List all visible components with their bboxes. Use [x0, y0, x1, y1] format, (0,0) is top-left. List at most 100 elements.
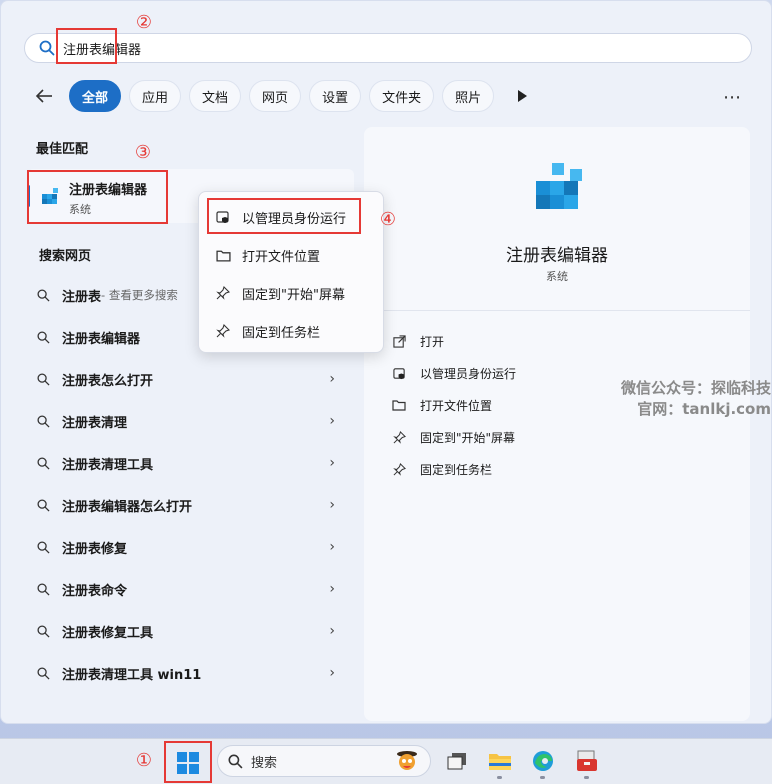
filter-chip-folders[interactable]: 文件夹	[369, 80, 435, 112]
web-result-3[interactable]: 注册表清理 ›	[37, 406, 347, 436]
file-explorer-button[interactable]	[485, 746, 515, 776]
search-icon	[37, 372, 50, 386]
detail-app-name: 注册表编辑器	[506, 246, 608, 266]
menu-item-label: 固定到任务栏	[242, 325, 321, 341]
search-icon	[39, 40, 55, 56]
detail-action-label: 打开文件位置	[420, 398, 493, 413]
search-icon	[37, 666, 50, 680]
detail-action-label: 打开	[420, 334, 445, 349]
search-icon	[37, 540, 50, 554]
taskbar-search-label: 搜索	[251, 755, 278, 771]
web-result-5[interactable]: 注册表编辑器怎么打开 ›	[37, 490, 347, 520]
detail-action-run-as-admin[interactable]: 以管理员身份运行	[390, 361, 516, 385]
running-indicator	[540, 776, 545, 779]
annotation-box-start	[164, 741, 212, 783]
search-box[interactable]	[24, 33, 752, 63]
search-icon	[37, 414, 50, 428]
chevron-right-icon: ›	[329, 581, 335, 597]
chevron-right-icon: ›	[329, 539, 335, 555]
pin-icon	[390, 430, 408, 444]
detail-action-label: 固定到"开始"屏幕	[420, 430, 516, 445]
chevron-right-icon: ›	[329, 371, 335, 387]
detail-action-open[interactable]: 打开	[390, 329, 444, 353]
search-input[interactable]	[63, 40, 663, 56]
web-result-label: 注册表编辑器怎么打开	[62, 499, 193, 515]
pin-icon	[390, 462, 408, 476]
search-highlight-icon	[394, 748, 420, 778]
search-icon	[37, 582, 50, 596]
edge-button[interactable]	[528, 746, 558, 776]
filter-chip-apps[interactable]: 应用	[129, 80, 182, 112]
filter-bar: 全部 应用 文档 网页 设置 文件夹 照片	[35, 80, 534, 112]
web-result-7[interactable]: 注册表命令 ›	[37, 574, 347, 604]
search-icon	[37, 330, 50, 344]
web-result-label: 注册表	[62, 289, 102, 305]
menu-item-open-location[interactable]: 打开文件位置	[199, 237, 385, 273]
web-result-4[interactable]: 注册表清理工具 ›	[37, 448, 347, 478]
divider	[364, 310, 750, 311]
toolbox-icon	[577, 750, 597, 771]
menu-item-pin-taskbar[interactable]: 固定到任务栏	[199, 313, 385, 349]
detail-action-label: 以管理员身份运行	[420, 366, 517, 381]
search-icon	[228, 753, 243, 769]
web-result-label: 注册表修复工具	[62, 625, 154, 641]
annotation-marker-2: ②	[135, 11, 153, 33]
taskbar-search-box[interactable]: 搜索	[217, 745, 431, 777]
filter-chip-settings[interactable]: 设置	[309, 80, 362, 112]
filter-chip-photos[interactable]: 照片	[442, 80, 495, 112]
search-icon	[37, 456, 50, 470]
detail-action-pin-start[interactable]: 固定到"开始"屏幕	[390, 425, 515, 449]
web-search-title: 搜索网页	[39, 249, 92, 264]
play-icon	[518, 90, 528, 102]
web-result-2[interactable]: 注册表怎么打开 ›	[37, 364, 347, 394]
menu-item-label: 固定到"开始"屏幕	[242, 287, 345, 303]
web-result-label: 注册表修复	[62, 541, 128, 557]
arrow-left-icon	[35, 89, 52, 103]
web-result-label: 注册表编辑器	[62, 331, 141, 347]
web-result-label: 注册表清理工具 win11	[62, 667, 202, 683]
annotation-box-best-match	[27, 170, 168, 224]
annotation-marker-3: ③	[134, 141, 152, 163]
more-options-button[interactable]: ⋯	[723, 87, 742, 108]
folder-icon	[214, 249, 232, 262]
running-indicator	[584, 776, 589, 779]
annotation-box-run-as-admin	[207, 198, 361, 234]
open-icon	[390, 334, 408, 348]
more-filters-button[interactable]	[510, 80, 534, 112]
web-result-6[interactable]: 注册表修复 ›	[37, 532, 347, 562]
chevron-right-icon: ›	[329, 497, 335, 513]
running-indicator	[497, 776, 502, 779]
pin-icon	[214, 324, 232, 338]
search-icon	[37, 498, 50, 512]
best-match-title: 最佳匹配	[36, 142, 89, 157]
web-result-sub: - 查看更多搜索	[101, 288, 178, 302]
detail-action-open-location[interactable]: 打开文件位置	[390, 393, 492, 417]
pin-icon	[214, 286, 232, 300]
registry-editor-icon	[534, 159, 588, 219]
filter-chip-all[interactable]: 全部	[69, 80, 122, 112]
web-result-label: 注册表清理	[62, 415, 128, 431]
filter-chip-web[interactable]: 网页	[249, 80, 302, 112]
web-result-9[interactable]: 注册表清理工具 win11 ›	[37, 658, 347, 688]
start-search-panel: ② 全部 应用 文档 网页 设置 文件夹 照片 ⋯ 最佳匹配 ③	[0, 0, 772, 724]
back-button[interactable]	[35, 80, 59, 112]
detail-action-label: 固定到任务栏	[420, 462, 493, 477]
detail-pane: 注册表编辑器 系统 打开 以管理员身份运行 打开文件位置 固定到"开始"屏幕 固…	[364, 127, 750, 721]
file-explorer-icon	[489, 754, 511, 770]
watermark-line2: 官网：tanlkj.com	[637, 400, 771, 418]
chevron-right-icon: ›	[329, 455, 335, 471]
menu-item-label: 打开文件位置	[242, 249, 321, 265]
detail-action-pin-taskbar[interactable]: 固定到任务栏	[390, 457, 492, 481]
watermark: 微信公众号：探临科技 官网：tanlkj.com	[611, 378, 771, 420]
menu-item-pin-start[interactable]: 固定到"开始"屏幕	[199, 275, 385, 311]
toolbox-button[interactable]	[572, 746, 602, 776]
search-icon	[37, 624, 50, 638]
search-icon	[37, 288, 50, 302]
annotation-box-search	[56, 28, 117, 64]
folder-icon	[390, 399, 408, 411]
web-result-label: 注册表怎么打开	[62, 373, 154, 389]
task-view-icon	[447, 753, 466, 770]
web-result-8[interactable]: 注册表修复工具 ›	[37, 616, 347, 646]
filter-chip-documents[interactable]: 文档	[189, 80, 242, 112]
task-view-button[interactable]	[442, 746, 472, 776]
